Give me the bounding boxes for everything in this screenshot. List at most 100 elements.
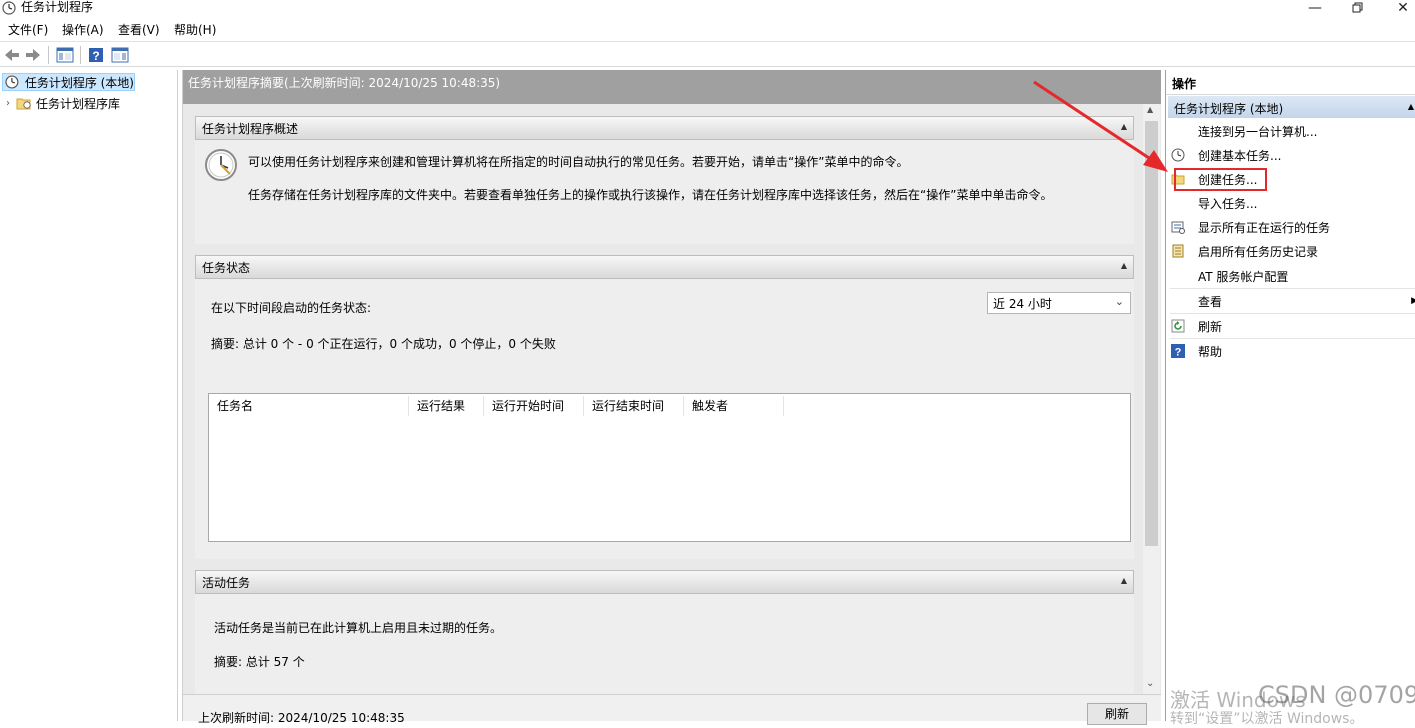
- collapse-icon[interactable]: ▲: [1408, 102, 1414, 111]
- refresh-icon: [1170, 318, 1186, 334]
- clock-wizard-icon: [1170, 147, 1186, 163]
- scrollbar-thumb[interactable]: [1145, 121, 1158, 546]
- title-bar: 任务计划程序 — ✕: [0, 0, 1415, 18]
- action-label: 创建基本任务...: [1198, 148, 1282, 163]
- action-pane-icon: [111, 47, 129, 63]
- blank-icon: [1170, 195, 1186, 211]
- active-section-body: 活动任务是当前已在此计算机上启用且未过期的任务。 摘要: 总计 57 个: [195, 594, 1134, 694]
- csdn-watermark: CSDN @070900: [1258, 681, 1415, 709]
- period-value: 近 24 小时: [993, 296, 1052, 311]
- action-create-basic-task[interactable]: 创建基本任务...: [1170, 144, 1414, 166]
- clock-large-icon: [205, 149, 237, 181]
- overview-section-header[interactable]: 任务计划程序概述 ▲: [195, 116, 1134, 140]
- action-label: 帮助: [1198, 344, 1223, 359]
- vertical-scrollbar[interactable]: ▲ ⌄: [1143, 104, 1160, 694]
- folder-clock-icon: [16, 98, 31, 110]
- menu-file[interactable]: 文件(F): [8, 22, 48, 38]
- group-title: 任务计划程序 (本地): [1174, 102, 1284, 116]
- actions-group-header[interactable]: 任务计划程序 (本地) ▲: [1168, 96, 1415, 118]
- tree-item-label: 任务计划程序 (本地): [24, 75, 134, 90]
- action-refresh[interactable]: 刷新: [1170, 315, 1414, 337]
- summary-pane: 任务计划程序摘要(上次刷新时间: 2024/10/25 10:48:35) 任务…: [182, 70, 1162, 725]
- action-help[interactable]: ? 帮助: [1170, 340, 1414, 362]
- menu-help[interactable]: 帮助(H): [174, 22, 216, 38]
- actions-separator: [1170, 313, 1415, 314]
- action-at-service-config[interactable]: AT 服务帐户配置: [1170, 265, 1414, 287]
- column-header-result[interactable]: 运行结果: [409, 396, 484, 416]
- svg-text:?: ?: [92, 49, 99, 63]
- chevron-down-icon: ⌄: [1114, 295, 1124, 308]
- back-button[interactable]: [2, 45, 22, 65]
- action-view[interactable]: 查看 ▶: [1170, 290, 1415, 312]
- tree-item-local[interactable]: 任务计划程序 (本地): [2, 73, 135, 91]
- active-summary: 摘要: 总计 57 个: [214, 655, 305, 669]
- overview-section-body: 可以使用任务计划程序来创建和管理计算机将在所指定的时间自动执行的常见任务。若要开…: [195, 140, 1134, 244]
- blank-icon: [1170, 268, 1186, 284]
- window-title: 任务计划程序: [21, 0, 94, 14]
- tree-item-library[interactable]: › 任务计划程序库: [6, 94, 120, 112]
- scroll-down-icon[interactable]: ⌄: [1146, 678, 1154, 689]
- help-toolbar-button[interactable]: ?: [86, 45, 106, 65]
- history-icon: [1170, 243, 1186, 259]
- menu-bar: 文件(F) 操作(A) 查看(V) 帮助(H): [0, 19, 1415, 41]
- action-label: 连接到另一台计算机...: [1198, 124, 1318, 139]
- toolbar: ?: [0, 41, 1415, 67]
- column-header-end-time[interactable]: 运行结束时间: [584, 396, 684, 416]
- period-dropdown[interactable]: 近 24 小时 ⌄: [987, 292, 1131, 314]
- action-label: 启用所有任务历史记录: [1198, 244, 1319, 259]
- help-icon: ?: [89, 48, 103, 63]
- action-show-running[interactable]: 显示所有正在运行的任务: [1170, 216, 1414, 238]
- action-import-task[interactable]: 导入任务...: [1170, 192, 1414, 214]
- section-title: 任务计划程序概述: [202, 121, 299, 136]
- toolbar-separator: [48, 46, 49, 64]
- action-label: 显示所有正在运行的任务: [1198, 220, 1331, 235]
- section-title: 任务状态: [202, 260, 251, 275]
- close-icon: ✕: [1397, 0, 1409, 16]
- status-section-header[interactable]: 任务状态 ▲: [195, 255, 1134, 279]
- show-hide-tree-button[interactable]: [55, 45, 75, 65]
- help-icon: ?: [1170, 343, 1186, 359]
- collapse-icon[interactable]: ▲: [1121, 261, 1127, 270]
- active-section-header[interactable]: 活动任务 ▲: [195, 570, 1134, 594]
- action-label: 导入任务...: [1198, 196, 1258, 211]
- minimize-button[interactable]: —: [1292, 0, 1338, 18]
- task-status-table[interactable]: 任务名 运行结果 运行开始时间 运行结束时间 触发者: [208, 393, 1131, 542]
- collapse-icon[interactable]: ▲: [1121, 576, 1127, 585]
- actions-separator: [1170, 288, 1415, 289]
- close-button[interactable]: ✕: [1380, 0, 1415, 18]
- status-bar: 上次刷新时间: 2024/10/25 10:48:35 刷新: [183, 694, 1161, 725]
- column-header-task-name[interactable]: 任务名: [209, 396, 409, 416]
- annotation-highlight-box: [1174, 168, 1267, 191]
- back-arrow-icon: [5, 49, 19, 61]
- last-refresh-text: 上次刷新时间: 2024/10/25 10:48:35: [198, 711, 405, 725]
- action-label: AT 服务帐户配置: [1198, 269, 1289, 284]
- expand-chevron-icon[interactable]: ›: [6, 98, 10, 109]
- actions-separator: [1170, 338, 1415, 339]
- refresh-button[interactable]: 刷新: [1087, 703, 1147, 725]
- scroll-up-icon[interactable]: ▲: [1147, 105, 1153, 114]
- column-header-triggered-by[interactable]: 触发者: [684, 396, 784, 416]
- column-header-start-time[interactable]: 运行开始时间: [484, 396, 584, 416]
- forward-button[interactable]: [23, 45, 43, 65]
- menu-action[interactable]: 操作(A): [62, 22, 104, 38]
- activate-windows-subtext: 转到“设置”以激活 Windows。: [1170, 711, 1364, 727]
- console-tree-icon: [56, 47, 74, 63]
- collapse-icon[interactable]: ▲: [1121, 122, 1127, 131]
- summary-body: 任务计划程序概述 ▲ 可以使用任务计划程序来创建和管理计算机将在所指定的时间自动…: [183, 104, 1161, 694]
- restore-button[interactable]: [1335, 0, 1381, 18]
- actions-pane: 操作 任务计划程序 (本地) ▲ 连接到另一台计算机... 创建基本任务... …: [1165, 70, 1415, 721]
- menu-view[interactable]: 查看(V): [118, 22, 160, 38]
- task-scheduler-icon: [2, 1, 16, 15]
- minimize-icon: —: [1308, 0, 1322, 16]
- status-section-body: 在以下时间段启动的任务状态: 近 24 小时 ⌄ 摘要: 总计 0 个 - 0 …: [195, 279, 1134, 559]
- submenu-arrow-icon: ▶: [1411, 296, 1415, 306]
- action-label: 刷新: [1198, 319, 1223, 334]
- action-connect-computer[interactable]: 连接到另一台计算机...: [1170, 120, 1414, 142]
- blank-icon: [1170, 293, 1186, 309]
- clock-icon: [5, 75, 19, 89]
- show-action-pane-button[interactable]: [110, 45, 130, 65]
- svg-text:?: ?: [1175, 347, 1182, 359]
- overview-text-1: 可以使用任务计划程序来创建和管理计算机将在所指定的时间自动执行的常见任务。若要开…: [248, 155, 909, 169]
- action-enable-history[interactable]: 启用所有任务历史记录: [1170, 240, 1414, 262]
- console-tree: 任务计划程序 (本地) › 任务计划程序库: [0, 70, 178, 721]
